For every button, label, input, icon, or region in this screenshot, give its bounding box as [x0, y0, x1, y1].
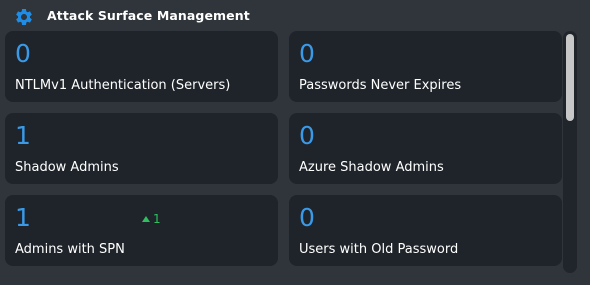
card-value: 0	[299, 203, 315, 232]
card-value: 1	[15, 121, 31, 150]
card-value: 1	[15, 203, 31, 232]
trend-value: 1	[153, 212, 161, 226]
card-label: Admins with SPN	[15, 242, 125, 257]
widget-title: Attack Surface Management	[47, 8, 250, 23]
card-users-with-old-password[interactable]: 0 Users with Old Password	[289, 195, 562, 266]
card-label: NTLMv1 Authentication (Servers)	[15, 78, 231, 93]
card-label: Passwords Never Expires	[299, 78, 462, 93]
card-ntlmv1-authentication[interactable]: 0 NTLMv1 Authentication (Servers)	[5, 31, 278, 102]
card-admins-with-spn[interactable]: 1 1 Admins with SPN	[5, 195, 278, 266]
card-value: 0	[15, 39, 31, 68]
trend-badge: 1	[142, 212, 161, 226]
card-value: 0	[299, 121, 315, 150]
card-azure-shadow-admins[interactable]: 0 Azure Shadow Admins	[289, 113, 562, 184]
card-shadow-admins[interactable]: 1 Shadow Admins	[5, 113, 278, 184]
widget-header: Attack Surface Management	[0, 0, 590, 30]
card-label: Azure Shadow Admins	[299, 160, 444, 175]
gear-icon[interactable]	[14, 7, 34, 27]
card-label: Shadow Admins	[15, 160, 119, 175]
card-passwords-never-expires[interactable]: 0 Passwords Never Expires	[289, 31, 562, 102]
arrow-up-icon	[142, 216, 150, 222]
scrollbar-thumb[interactable]	[566, 34, 574, 121]
card-value: 0	[299, 39, 315, 68]
card-label: Users with Old Password	[299, 242, 459, 257]
